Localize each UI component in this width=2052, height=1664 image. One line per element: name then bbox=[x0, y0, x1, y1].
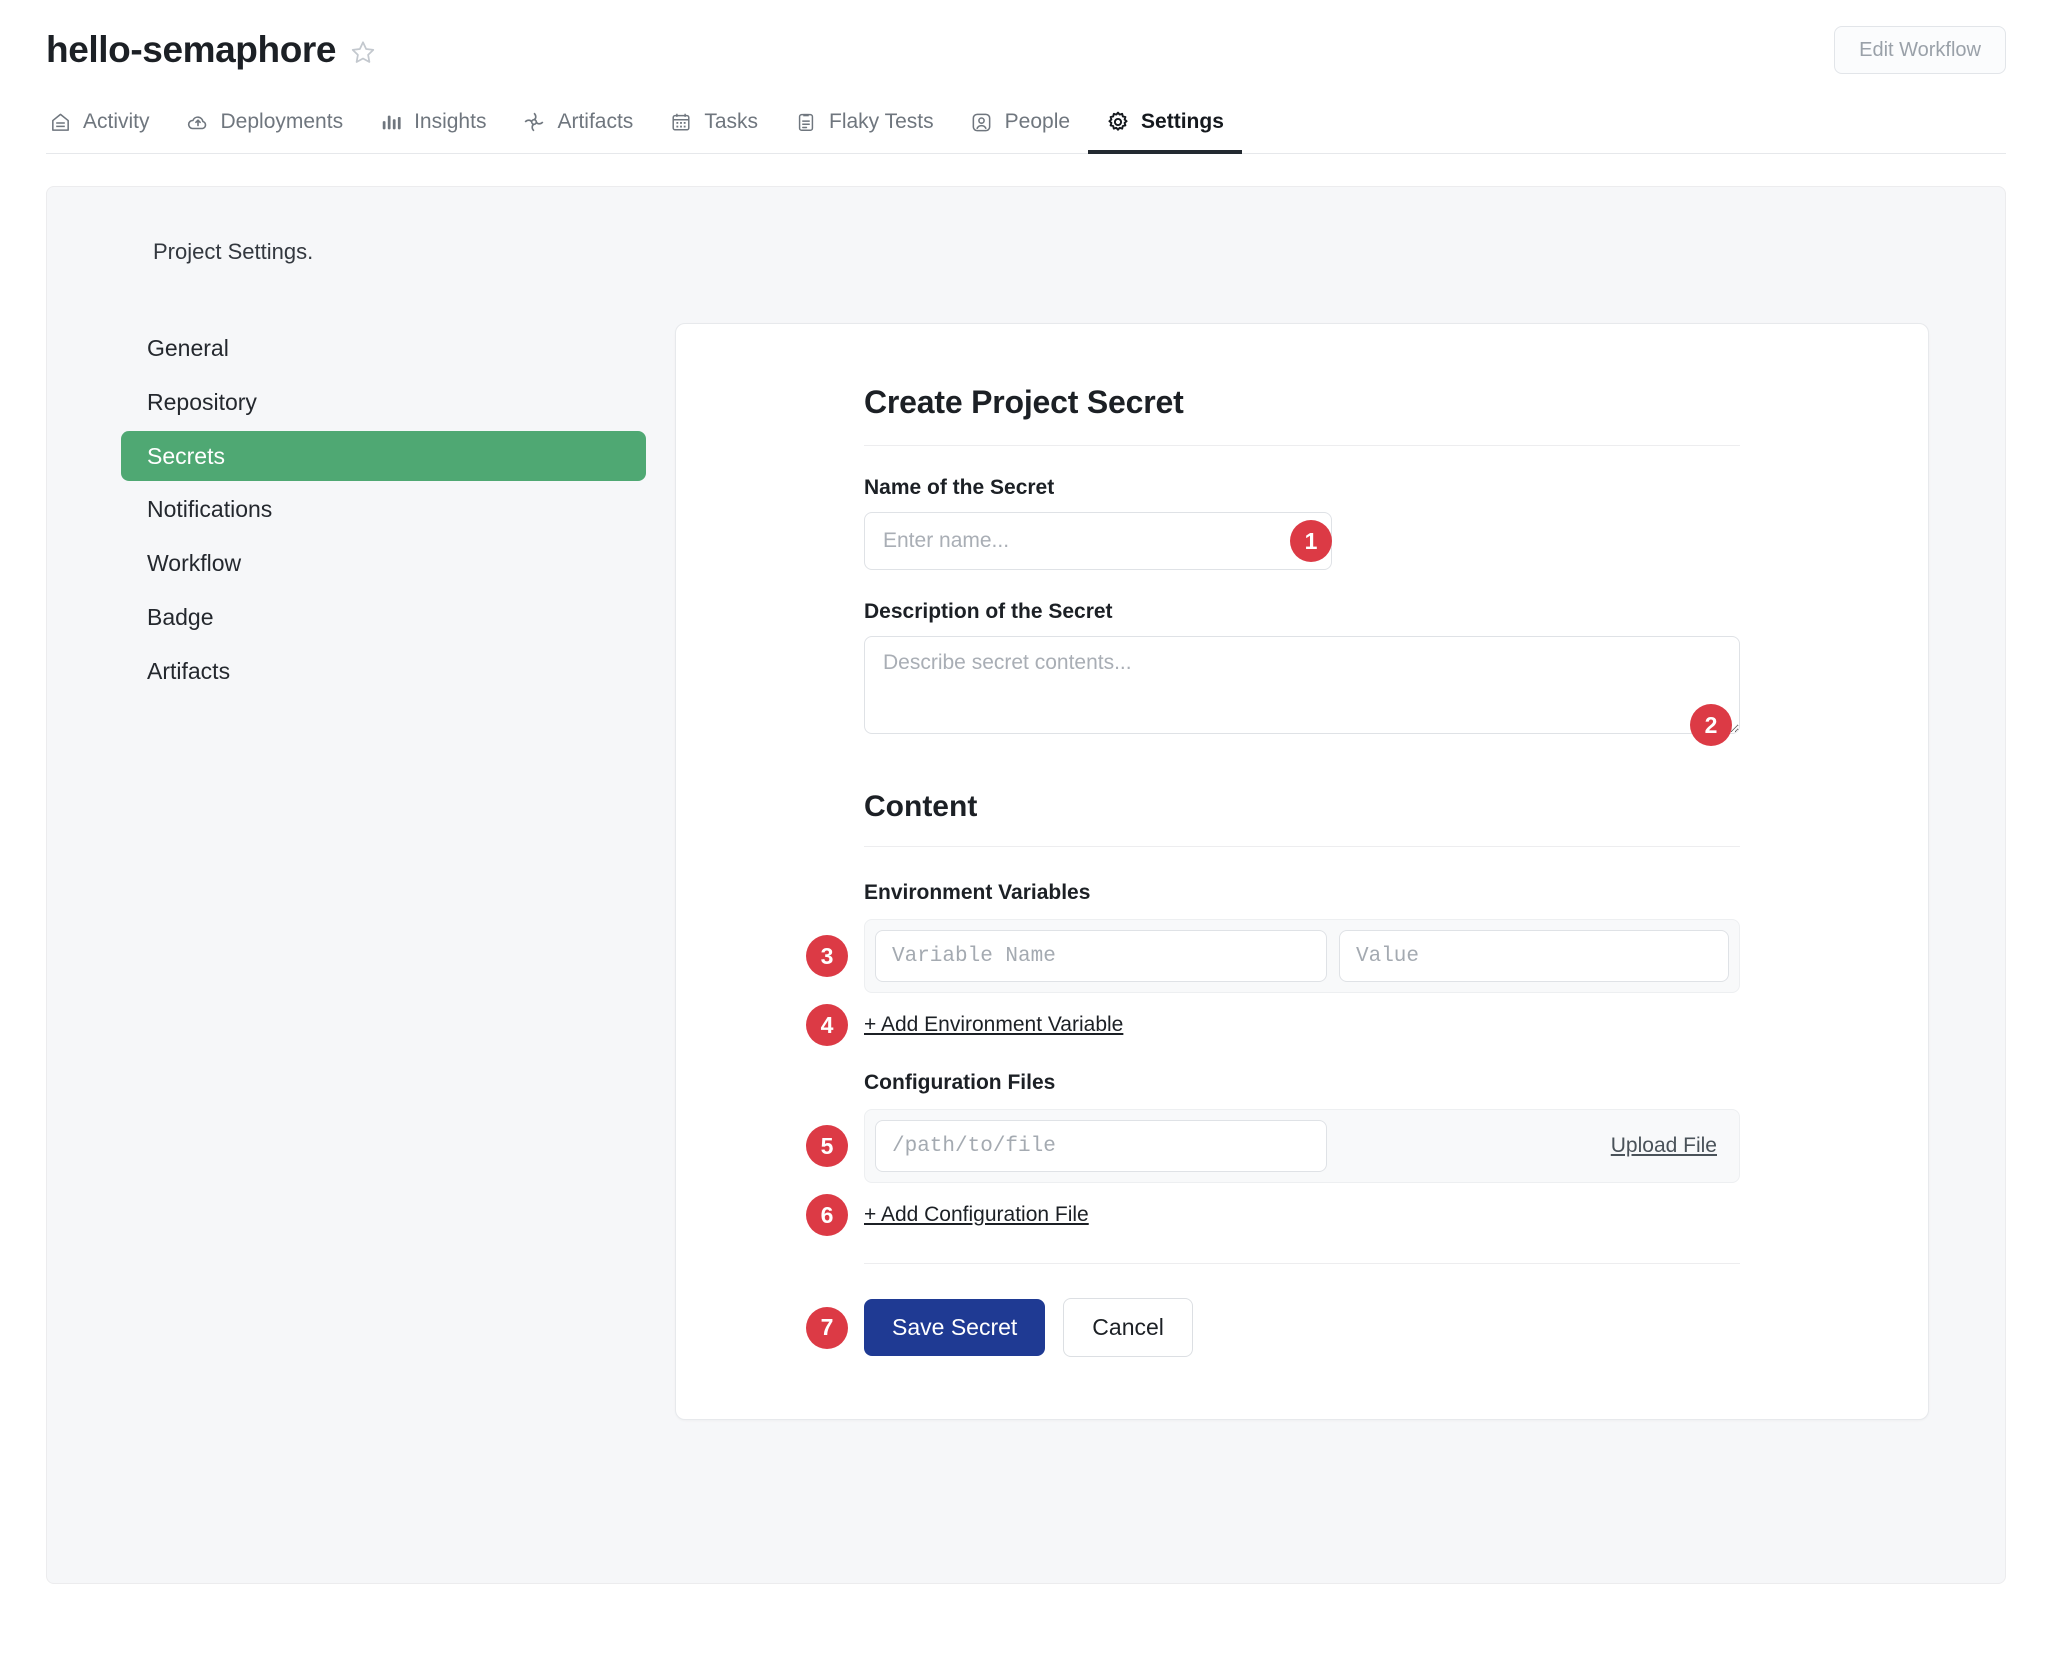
clipboard-icon bbox=[794, 110, 818, 134]
content-section-heading: Content bbox=[864, 790, 1740, 847]
add-env-var-wrap: 4 + Add Environment Variable bbox=[806, 993, 1123, 1046]
secret-name-input[interactable] bbox=[864, 512, 1332, 570]
add-environment-variable-link[interactable]: + Add Environment Variable bbox=[864, 1013, 1123, 1037]
tab-label: Activity bbox=[83, 110, 150, 133]
step-badge-2: 2 bbox=[1690, 704, 1732, 746]
tab-label: Flaky Tests bbox=[829, 110, 934, 133]
env-vars-row-wrap: 3 bbox=[806, 919, 1740, 993]
gear-icon bbox=[1106, 110, 1130, 134]
add-config-file-wrap: 6 + Add Configuration File bbox=[806, 1183, 1089, 1236]
sidebar-item-repository[interactable]: Repository bbox=[121, 377, 646, 428]
settings-sidebar: General Repository Secrets Notifications… bbox=[95, 323, 675, 1420]
settings-columns: General Repository Secrets Notifications… bbox=[95, 323, 1957, 1420]
secret-description-textarea[interactable] bbox=[864, 636, 1740, 734]
name-field-label: Name of the Secret bbox=[864, 476, 1055, 499]
edit-workflow-button[interactable]: Edit Workflow bbox=[1834, 26, 2006, 74]
create-secret-form: Create Project Secret Name of the Secret… bbox=[676, 384, 1928, 1357]
settings-panel: Project Settings. General Repository Sec… bbox=[46, 186, 2006, 1584]
name-field-wrap: 1 bbox=[864, 512, 1332, 570]
tab-label: Artifacts bbox=[557, 110, 634, 133]
step-badge-4: 4 bbox=[806, 1004, 848, 1046]
sidebar-item-workflow[interactable]: Workflow bbox=[121, 538, 646, 589]
config-file-row: Upload File bbox=[864, 1109, 1740, 1183]
tab-people[interactable]: People bbox=[952, 104, 1088, 154]
env-var-value-input[interactable] bbox=[1339, 930, 1729, 982]
step-badge-1: 1 bbox=[1290, 520, 1332, 562]
calendar-icon bbox=[669, 110, 693, 134]
settings-panel-inner: Project Settings. General Repository Sec… bbox=[47, 231, 2005, 1420]
page-title: hello-semaphore bbox=[46, 28, 337, 70]
save-secret-button[interactable]: Save Secret bbox=[864, 1299, 1046, 1356]
create-secret-card: Create Project Secret Name of the Secret… bbox=[675, 323, 1929, 1420]
sidebar-item-secrets[interactable]: Secrets bbox=[121, 430, 646, 482]
form-footer: 7 Save Secret Cancel bbox=[806, 1263, 1740, 1357]
artifacts-icon bbox=[522, 110, 546, 134]
tab-label: Tasks bbox=[704, 110, 758, 133]
config-files-label: Configuration Files bbox=[864, 1071, 1056, 1094]
project-settings-heading: Project Settings. bbox=[153, 239, 314, 264]
step-badge-3: 3 bbox=[806, 935, 848, 977]
tab-deployments[interactable]: Deployments bbox=[168, 104, 362, 154]
tab-label: Settings bbox=[1141, 110, 1224, 133]
tab-label: Insights bbox=[414, 110, 487, 133]
env-var-row bbox=[864, 919, 1740, 993]
tab-activity[interactable]: Activity bbox=[46, 104, 168, 154]
person-icon bbox=[970, 110, 994, 134]
sidebar-item-general[interactable]: General bbox=[121, 323, 646, 374]
step-badge-5: 5 bbox=[806, 1125, 848, 1167]
upload-file-link[interactable]: Upload File bbox=[1611, 1134, 1717, 1158]
tab-insights[interactable]: Insights bbox=[361, 104, 504, 154]
tab-flaky-tests[interactable]: Flaky Tests bbox=[776, 104, 952, 154]
config-file-path-input[interactable] bbox=[875, 1120, 1327, 1172]
cancel-button[interactable]: Cancel bbox=[1063, 1298, 1193, 1357]
bar-chart-icon bbox=[379, 110, 403, 134]
env-vars-label: Environment Variables bbox=[864, 881, 1091, 904]
main-nav-tabs: Activity Deployments Insights Artifacts … bbox=[46, 104, 2006, 154]
sidebar-item-artifacts[interactable]: Artifacts bbox=[121, 646, 646, 697]
config-file-row-wrap: 5 Upload File bbox=[806, 1109, 1740, 1183]
card-title: Create Project Secret bbox=[864, 384, 1740, 446]
activity-home-icon bbox=[48, 110, 72, 134]
description-field-wrap: 2 bbox=[864, 636, 1740, 746]
tab-settings[interactable]: Settings bbox=[1088, 104, 1242, 154]
env-var-name-input[interactable] bbox=[875, 930, 1327, 982]
step-badge-6: 6 bbox=[806, 1194, 848, 1236]
form-buttons: 7 Save Secret Cancel bbox=[806, 1298, 1740, 1357]
sidebar-item-badge[interactable]: Badge bbox=[121, 592, 646, 643]
star-outline-icon[interactable] bbox=[350, 39, 376, 65]
title-row: hello-semaphore Edit Workflow bbox=[46, 26, 2006, 74]
tab-label: People bbox=[1004, 110, 1071, 133]
tab-label: Deployments bbox=[220, 110, 344, 133]
add-configuration-file-link[interactable]: + Add Configuration File bbox=[864, 1203, 1089, 1227]
description-field-label: Description of the Secret bbox=[864, 600, 1113, 623]
page-header: hello-semaphore Edit Workflow Activity D… bbox=[0, 0, 2052, 154]
step-badge-7: 7 bbox=[806, 1306, 848, 1349]
title-group: hello-semaphore bbox=[46, 28, 376, 71]
tab-artifacts[interactable]: Artifacts bbox=[504, 104, 651, 154]
sidebar-item-notifications[interactable]: Notifications bbox=[121, 484, 646, 535]
cloud-upload-icon bbox=[186, 110, 210, 134]
tab-tasks[interactable]: Tasks bbox=[651, 104, 776, 154]
